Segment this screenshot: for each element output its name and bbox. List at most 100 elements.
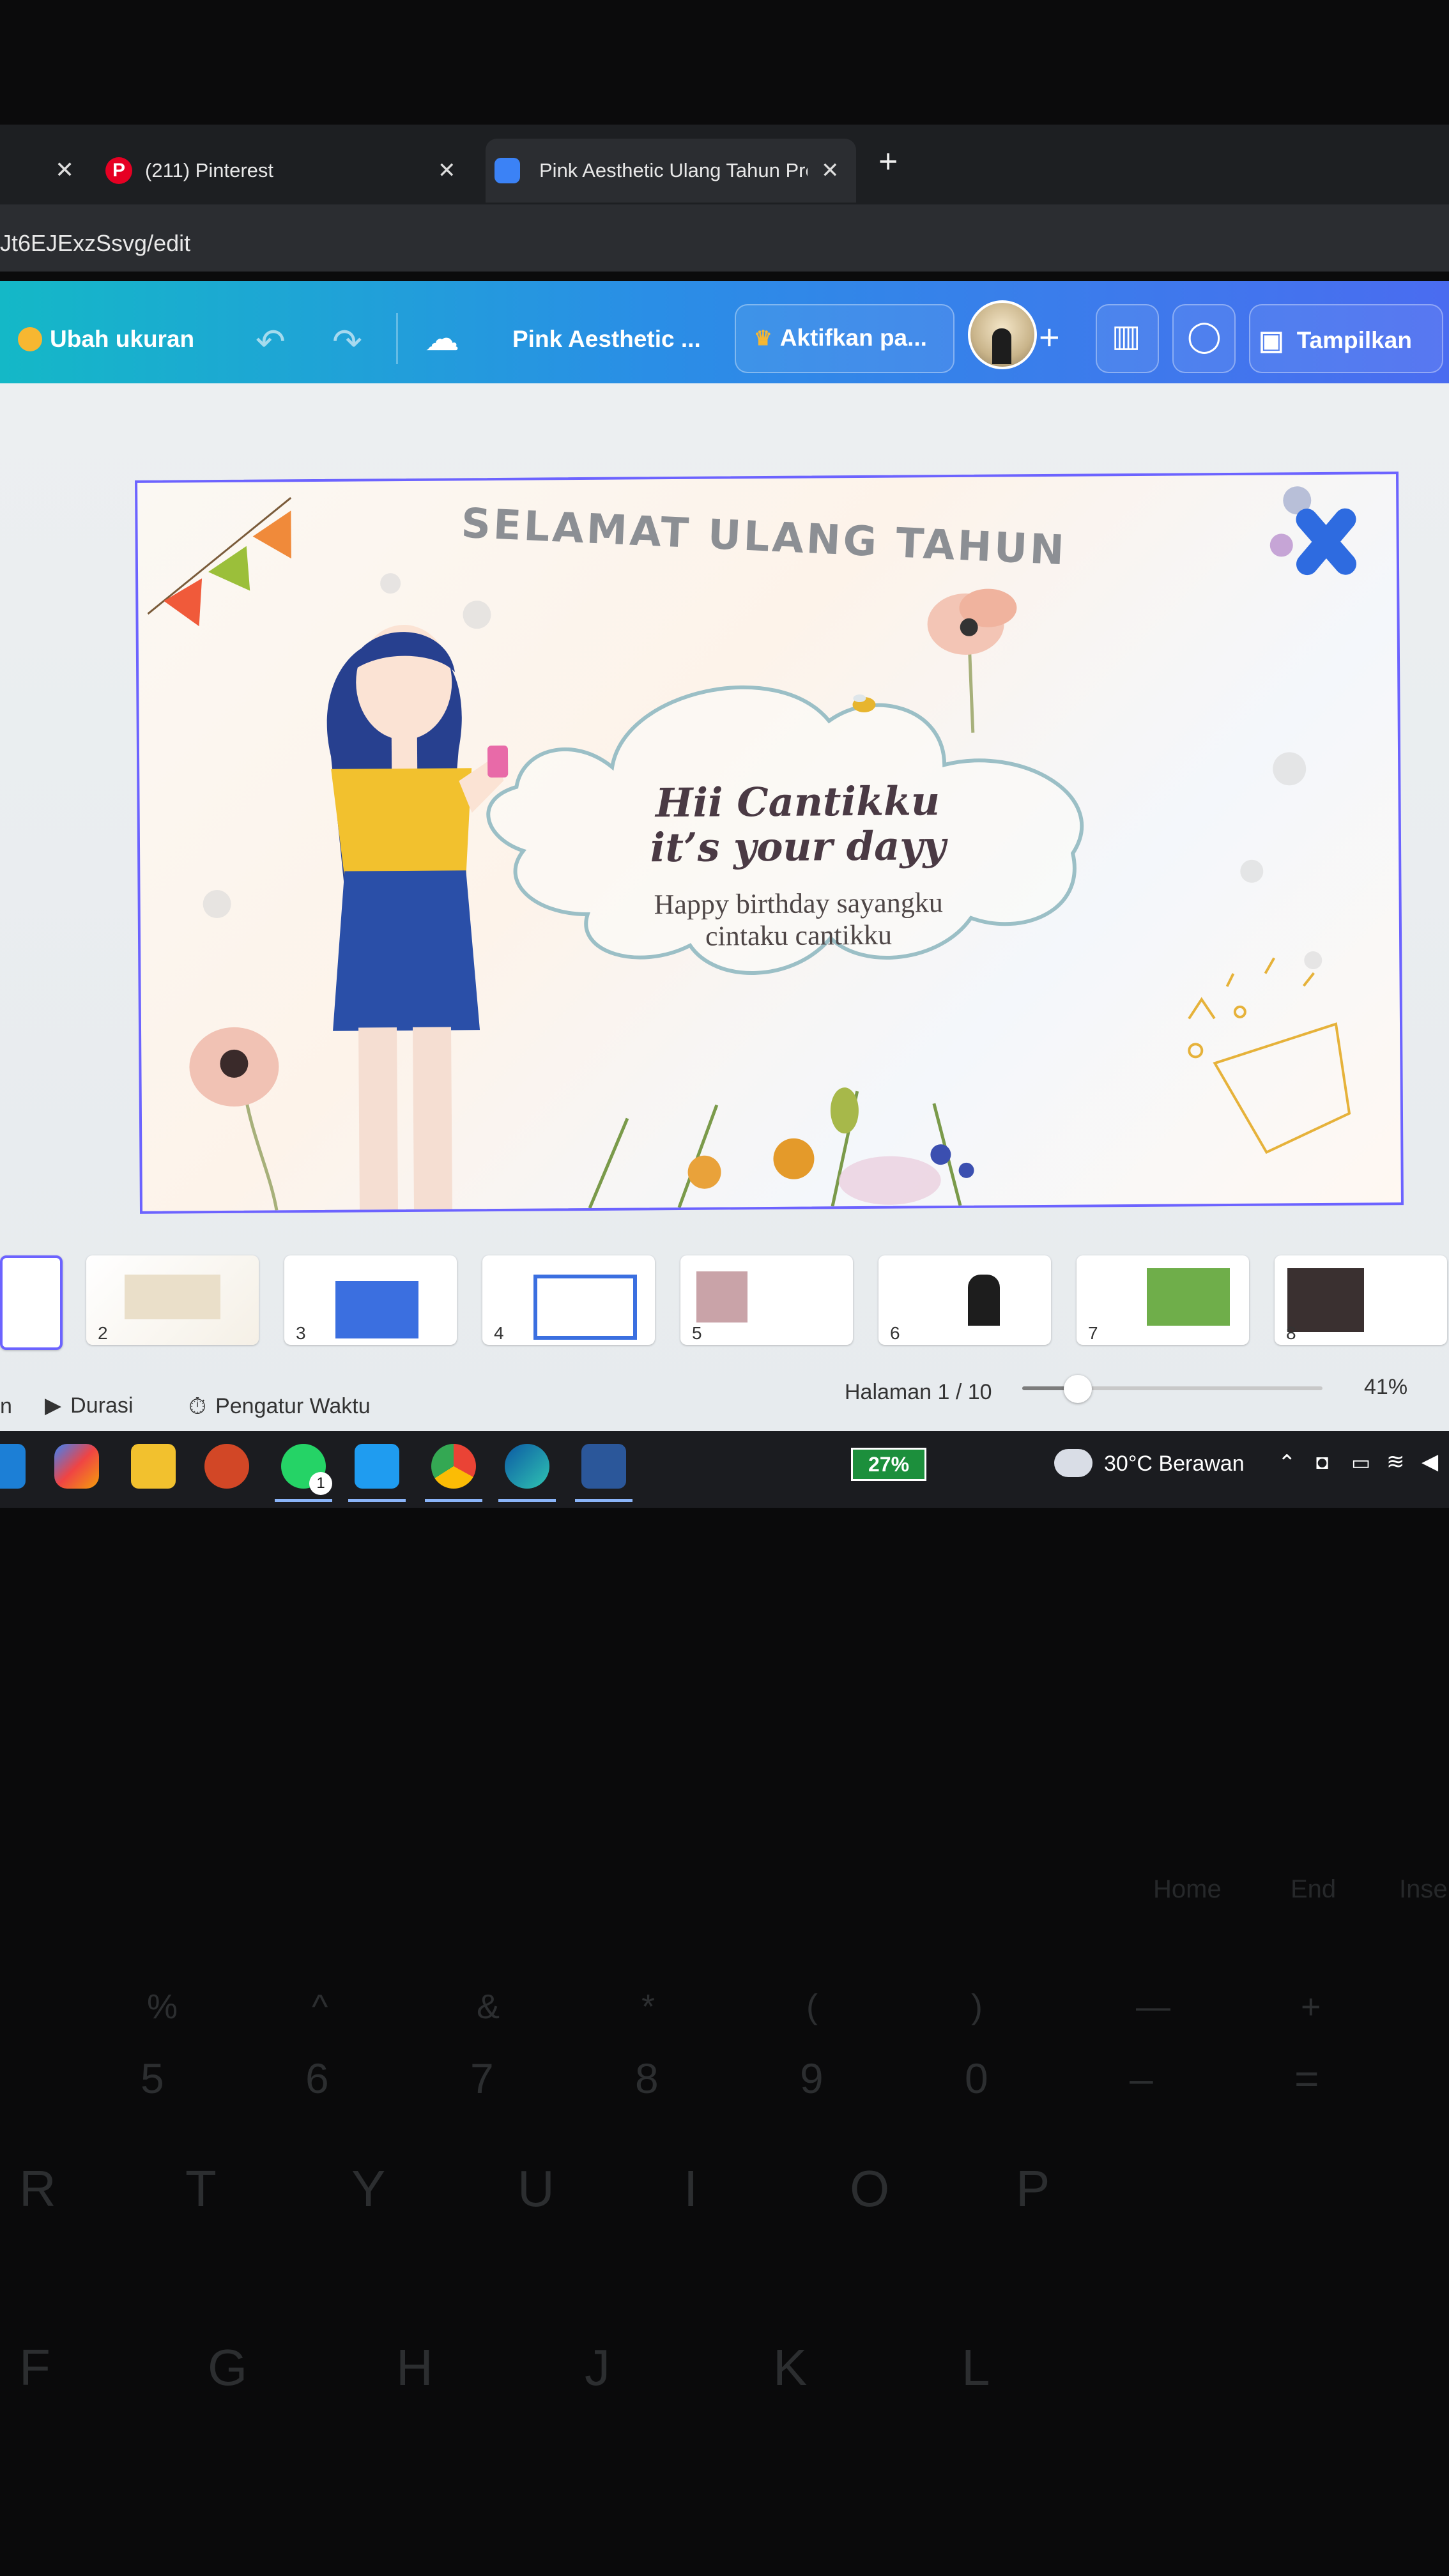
tab-canva[interactable]: Pink Aesthetic Ulang Tahun Pre ✕ [486,139,856,203]
timer-button[interactable]: ⏱ Pengatur Waktu [188,1393,371,1420]
battery-tray-icon[interactable]: ▭ [1351,1450,1370,1475]
slide-message-line1[interactable]: Happy birthday sayangku [587,885,1009,921]
tab-close-icon[interactable]: ✕ [821,158,839,183]
page-indicator[interactable]: Halaman 1 / 10 [845,1380,992,1405]
comment-icon: ◯ [1187,319,1222,353]
slide-canvas[interactable]: SELAMAT ULANG TAHUN Hii Cantikku it’s yo… [135,471,1404,1214]
key-number: 6 [305,2055,329,2102]
slide-thumbnail[interactable]: 5 [680,1255,853,1345]
avatar-figure [992,328,1011,364]
tab-title: Pink Aesthetic Ulang Tahun Pre [539,159,808,181]
battery-indicator[interactable]: 27% [851,1448,926,1481]
thumbnail-number: 4 [494,1323,504,1343]
edge-icon[interactable] [505,1444,549,1489]
bee-illustration [852,694,876,712]
key-shift-symbol: ^ [312,1988,328,2026]
key-letter: F [19,2339,50,2396]
copilot-icon[interactable] [54,1444,99,1489]
notes-label[interactable]: n [0,1394,12,1419]
key-letter: L [962,2339,990,2396]
slide-thumbnail[interactable]: 2 [86,1255,259,1345]
slide-thumbnail-1[interactable] [0,1255,63,1350]
slide-thumbnail[interactable]: 3 [284,1255,457,1345]
bar-chart-icon: ▥ [1112,319,1141,353]
editor-status-bar: n ▶ Durasi ⏱ Pengatur Waktu Halaman 1 / … [0,1361,1449,1431]
thumbnail-number: 3 [296,1323,306,1343]
thumbnail-number: 7 [1088,1323,1098,1343]
party-popper-illustration [1188,957,1351,1154]
key-number: 5 [141,2055,164,2102]
cloud-saved-icon[interactable]: ☁ [425,318,459,358]
word-icon[interactable] [581,1444,626,1489]
thumbnail-number: 6 [890,1323,900,1343]
resize-button[interactable]: Ubah ukuran [18,326,194,353]
key-letter: U [518,2160,555,2217]
active-app-indicator [425,1499,482,1502]
present-icon: ▣ [1259,325,1284,355]
tab-pinterest[interactable]: P (211) Pinterest ✕ [105,139,470,203]
user-avatar[interactable] [968,300,1037,369]
thumbnail-preview [533,1275,637,1340]
key-letter: G [208,2339,248,2396]
url-text[interactable]: Jt6EJExzSsvg/edit [0,230,190,257]
tab-close-icon[interactable]: ✕ [55,157,74,183]
wildflower-cluster [588,1087,974,1209]
slide-greeting-line1[interactable]: Hii Cantikku [586,777,1008,827]
key-letter: H [396,2339,433,2396]
wifi-icon[interactable]: ≋ [1386,1449,1405,1475]
slide-greeting-line2[interactable]: it’s your dayy [587,822,1009,871]
slide-thumbnail[interactable]: 4 [482,1255,655,1345]
key-shift-symbol: & [477,1988,500,2026]
whatsapp-icon[interactable]: 1 [281,1444,332,1495]
timer-label: Pengatur Waktu [215,1394,371,1418]
key-letter: Y [351,2160,386,2217]
crown-icon: ♛ [754,326,772,349]
thumbnail-preview [335,1281,418,1338]
file-explorer-icon[interactable] [131,1444,176,1489]
key-shift-symbol: + [1301,1988,1321,2026]
undo-icon[interactable]: ↶ [256,321,286,363]
zoom-level[interactable]: 41% [1364,1375,1407,1400]
end-key: End [1291,1875,1337,1903]
key-shift-symbol: ) [971,1988,983,2026]
timer-icon: ⏱ [188,1393,207,1419]
document-title[interactable]: Pink Aesthetic ... [512,326,701,353]
poppy-flower-top [927,588,1017,733]
tab-title: (211) Pinterest [145,159,274,181]
powerpoint-icon[interactable] [204,1444,249,1489]
active-app-indicator [575,1499,632,1502]
zoom-slider-handle[interactable] [1063,1375,1092,1403]
key-number: 8 [635,2055,659,2102]
new-tab-icon[interactable]: + [878,142,898,181]
start-icon[interactable] [0,1444,26,1489]
key-number: 0 [965,2055,988,2102]
browser-tab-bar: ✕ P (211) Pinterest ✕ Pink Aesthetic Ula… [0,125,1449,204]
key-shift-symbol: % [147,1988,178,2026]
thumbnail-preview [968,1275,1000,1326]
duration-label: Durasi [70,1393,134,1418]
thumbnail-preview [1147,1268,1230,1326]
activate-label-wrap: ♛ Aktifkan pa... [754,325,927,351]
address-bar[interactable]: Jt6EJExzSsvg/edit [0,204,1449,272]
thumbnail-preview [125,1275,220,1319]
key-letter: T [185,2160,217,2217]
slide-message-line2[interactable]: cintaku cantikku [588,917,1009,953]
duration-button[interactable]: ▶ Durasi [45,1393,133,1418]
tab-close-icon[interactable]: ✕ [438,158,456,183]
chrome-icon[interactable] [431,1444,476,1489]
add-collaborator-icon[interactable]: + [1039,316,1060,358]
weather-text[interactable]: 30°C Berawan [1104,1452,1245,1476]
device-icon[interactable]: ◘ [1316,1450,1328,1474]
vscode-icon[interactable] [355,1444,399,1489]
slide-thumbnail[interactable]: 7 [1077,1255,1249,1345]
play-icon: ▶ [45,1393,62,1418]
key-letter: J [585,2339,610,2396]
volume-icon[interactable]: ◀ [1422,1449,1438,1475]
redo-icon[interactable]: ↷ [332,321,362,363]
editor-toolbar: Ubah ukuran ↶ ↷ ☁ Pink Aesthetic ... ♛ A… [0,281,1449,383]
home-key: Home [1153,1875,1222,1903]
thumbnail-number: 2 [98,1323,108,1343]
slide-thumbnail[interactable]: 8 [1275,1255,1447,1345]
chevron-up-icon[interactable]: ⌃ [1278,1450,1296,1476]
slide-thumbnail[interactable]: 6 [878,1255,1051,1345]
